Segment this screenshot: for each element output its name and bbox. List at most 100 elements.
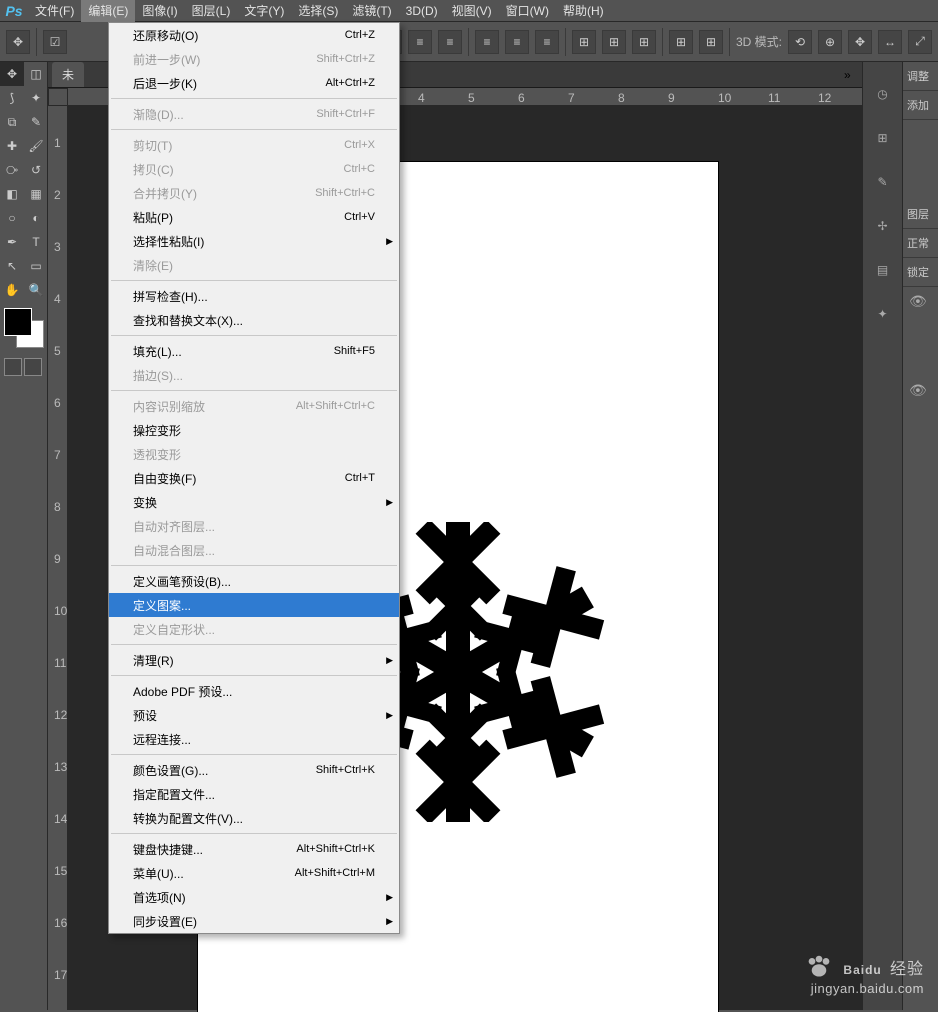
separator bbox=[729, 28, 730, 56]
menu-item[interactable]: 菜单(U)...Alt+Shift+Ctrl+M bbox=[109, 861, 399, 885]
history-brush-tool-icon[interactable]: ↺ bbox=[24, 158, 48, 182]
menu-item[interactable]: 远程连接... bbox=[109, 727, 399, 751]
menu-item[interactable]: 键盘快捷键...Alt+Shift+Ctrl+K bbox=[109, 837, 399, 861]
character-panel-icon[interactable]: ✎ bbox=[871, 170, 895, 194]
quick-mask-icon[interactable] bbox=[24, 358, 42, 376]
lasso-tool-icon[interactable]: ⟆ bbox=[0, 86, 24, 110]
3d-roll-icon[interactable]: ⊕ bbox=[818, 30, 842, 54]
menu-item[interactable]: 指定配置文件... bbox=[109, 782, 399, 806]
distribute-icon[interactable]: ≡ bbox=[535, 30, 559, 54]
menu-图像[interactable]: 图像(I) bbox=[135, 0, 184, 22]
3d-pan-icon[interactable]: ✥ bbox=[848, 30, 872, 54]
standard-mode-icon[interactable] bbox=[4, 358, 22, 376]
distribute-icon[interactable]: ≡ bbox=[475, 30, 499, 54]
align-icon[interactable]: ≡ bbox=[438, 30, 462, 54]
menu-文字[interactable]: 文字(Y) bbox=[237, 0, 291, 22]
menu-item: 自动对齐图层... bbox=[109, 514, 399, 538]
foreground-color[interactable] bbox=[4, 308, 32, 336]
blur-tool-icon[interactable]: ○ bbox=[0, 206, 24, 230]
path-tool-icon[interactable]: ↖ bbox=[0, 254, 24, 278]
menu-窗口[interactable]: 窗口(W) bbox=[499, 0, 556, 22]
gradient-tool-icon[interactable]: ▦ bbox=[24, 182, 48, 206]
color-swatch[interactable] bbox=[4, 308, 44, 348]
menu-item[interactable]: 变换▶ bbox=[109, 490, 399, 514]
layers-panel-tab[interactable]: 图层 bbox=[903, 200, 938, 229]
dodge-tool-icon[interactable]: ◐ bbox=[24, 206, 48, 230]
tab-flyout-icon[interactable]: » bbox=[844, 68, 858, 82]
menu-item[interactable]: 查找和替换文本(X)... bbox=[109, 308, 399, 332]
menu-item-label: 指定配置文件... bbox=[133, 786, 375, 803]
menu-item[interactable]: 自由变换(F)Ctrl+T bbox=[109, 466, 399, 490]
menu-item[interactable]: 颜色设置(G)...Shift+Ctrl+K bbox=[109, 758, 399, 782]
move-tool-preset-icon[interactable]: ✥ bbox=[6, 30, 30, 54]
menu-item[interactable]: 后退一步(K)Alt+Ctrl+Z bbox=[109, 71, 399, 95]
properties-panel-icon[interactable]: ⊞ bbox=[871, 126, 895, 150]
menu-item[interactable]: 填充(L)...Shift+F5 bbox=[109, 339, 399, 363]
menu-item[interactable]: 清理(R)▶ bbox=[109, 648, 399, 672]
menu-item[interactable]: 同步设置(E)▶ bbox=[109, 909, 399, 933]
zoom-tool-icon[interactable]: 🔍 bbox=[24, 278, 48, 302]
menu-item[interactable]: 预设▶ bbox=[109, 703, 399, 727]
menu-视图[interactable]: 视图(V) bbox=[445, 0, 499, 22]
menu-选择[interactable]: 选择(S) bbox=[291, 0, 345, 22]
menu-帮助[interactable]: 帮助(H) bbox=[556, 0, 611, 22]
menu-item[interactable]: 操控变形 bbox=[109, 418, 399, 442]
hand-tool-icon[interactable]: ✋ bbox=[0, 278, 24, 302]
type-tool-icon[interactable]: T bbox=[24, 230, 48, 254]
menu-item[interactable]: 粘贴(P)Ctrl+V bbox=[109, 205, 399, 229]
checkbox-icon[interactable]: ☑ bbox=[43, 30, 67, 54]
blend-mode-label[interactable]: 正常 bbox=[903, 229, 938, 258]
distribute-icon[interactable]: ⊞ bbox=[572, 30, 596, 54]
brush-panel-icon[interactable]: ✢ bbox=[871, 214, 895, 238]
submenu-arrow-icon: ▶ bbox=[386, 497, 393, 508]
ruler-tick: 2 bbox=[54, 188, 61, 202]
eraser-tool-icon[interactable]: ◧ bbox=[0, 182, 24, 206]
styles-panel-icon[interactable]: ✦ bbox=[871, 302, 895, 326]
menu-item[interactable]: 定义图案... bbox=[109, 593, 399, 617]
magic-wand-tool-icon[interactable]: ✦ bbox=[24, 86, 48, 110]
menu-item[interactable]: 还原移动(O)Ctrl+Z bbox=[109, 23, 399, 47]
menu-图层[interactable]: 图层(L) bbox=[185, 0, 238, 22]
healing-tool-icon[interactable]: ✚ bbox=[0, 134, 24, 158]
paw-icon bbox=[805, 953, 833, 981]
stamp-tool-icon[interactable]: ⧂ bbox=[0, 158, 24, 182]
menu-item-shortcut: Ctrl+C bbox=[344, 163, 375, 175]
move-tool-icon[interactable]: ✥ bbox=[0, 62, 24, 86]
menu-3D[interactable]: 3D(D) bbox=[399, 0, 445, 22]
menu-item[interactable]: Adobe PDF 预设... bbox=[109, 679, 399, 703]
menu-item[interactable]: 首选项(N)▶ bbox=[109, 885, 399, 909]
shape-tool-icon[interactable]: ▭ bbox=[24, 254, 48, 278]
distribute-icon[interactable]: ⊞ bbox=[602, 30, 626, 54]
ruler-tick: 14 bbox=[54, 812, 67, 826]
menu-item-label: 颜色设置(G)... bbox=[133, 762, 316, 779]
pen-tool-icon[interactable]: ✒ bbox=[0, 230, 24, 254]
marquee-tool-icon[interactable]: ◫ bbox=[24, 62, 48, 86]
menu-编辑[interactable]: 编辑(E) bbox=[81, 0, 135, 22]
swatches-panel-icon[interactable]: ▤ bbox=[871, 258, 895, 282]
menu-滤镜[interactable]: 滤镜(T) bbox=[345, 0, 398, 22]
align-icon[interactable]: ≡ bbox=[408, 30, 432, 54]
visibility-eye-icon[interactable]: 👁 bbox=[903, 376, 938, 405]
menu-item[interactable]: 选择性粘贴(I)▶ bbox=[109, 229, 399, 253]
distribute-icon[interactable]: ≡ bbox=[505, 30, 529, 54]
distribute-icon[interactable]: ⊞ bbox=[632, 30, 656, 54]
eyedropper-tool-icon[interactable]: ✎ bbox=[24, 110, 48, 134]
menu-item[interactable]: 拼写检查(H)... bbox=[109, 284, 399, 308]
menu-item-label: 预设 bbox=[133, 707, 375, 724]
3d-slide-icon[interactable]: ↔ bbox=[878, 30, 902, 54]
menu-文件[interactable]: 文件(F) bbox=[28, 0, 81, 22]
3d-scale-icon[interactable]: ⤢ bbox=[908, 30, 932, 54]
distribute-icon[interactable]: ⊞ bbox=[699, 30, 723, 54]
adjustments-panel-tab[interactable]: 调整 bbox=[903, 62, 938, 91]
add-panel-tab[interactable]: 添加 bbox=[903, 91, 938, 120]
document-tab[interactable]: 未 bbox=[52, 62, 84, 87]
crop-tool-icon[interactable]: ⧉ bbox=[0, 110, 24, 134]
menu-item[interactable]: 定义画笔预设(B)... bbox=[109, 569, 399, 593]
brush-tool-icon[interactable]: 🖌 bbox=[24, 134, 48, 158]
3d-orbit-icon[interactable]: ⟲ bbox=[788, 30, 812, 54]
history-panel-icon[interactable]: ◷ bbox=[871, 82, 895, 106]
menu-item[interactable]: 转换为配置文件(V)... bbox=[109, 806, 399, 830]
menu-item-label: 操控变形 bbox=[133, 422, 375, 439]
distribute-icon[interactable]: ⊞ bbox=[669, 30, 693, 54]
visibility-eye-icon[interactable]: 👁 bbox=[903, 287, 938, 316]
